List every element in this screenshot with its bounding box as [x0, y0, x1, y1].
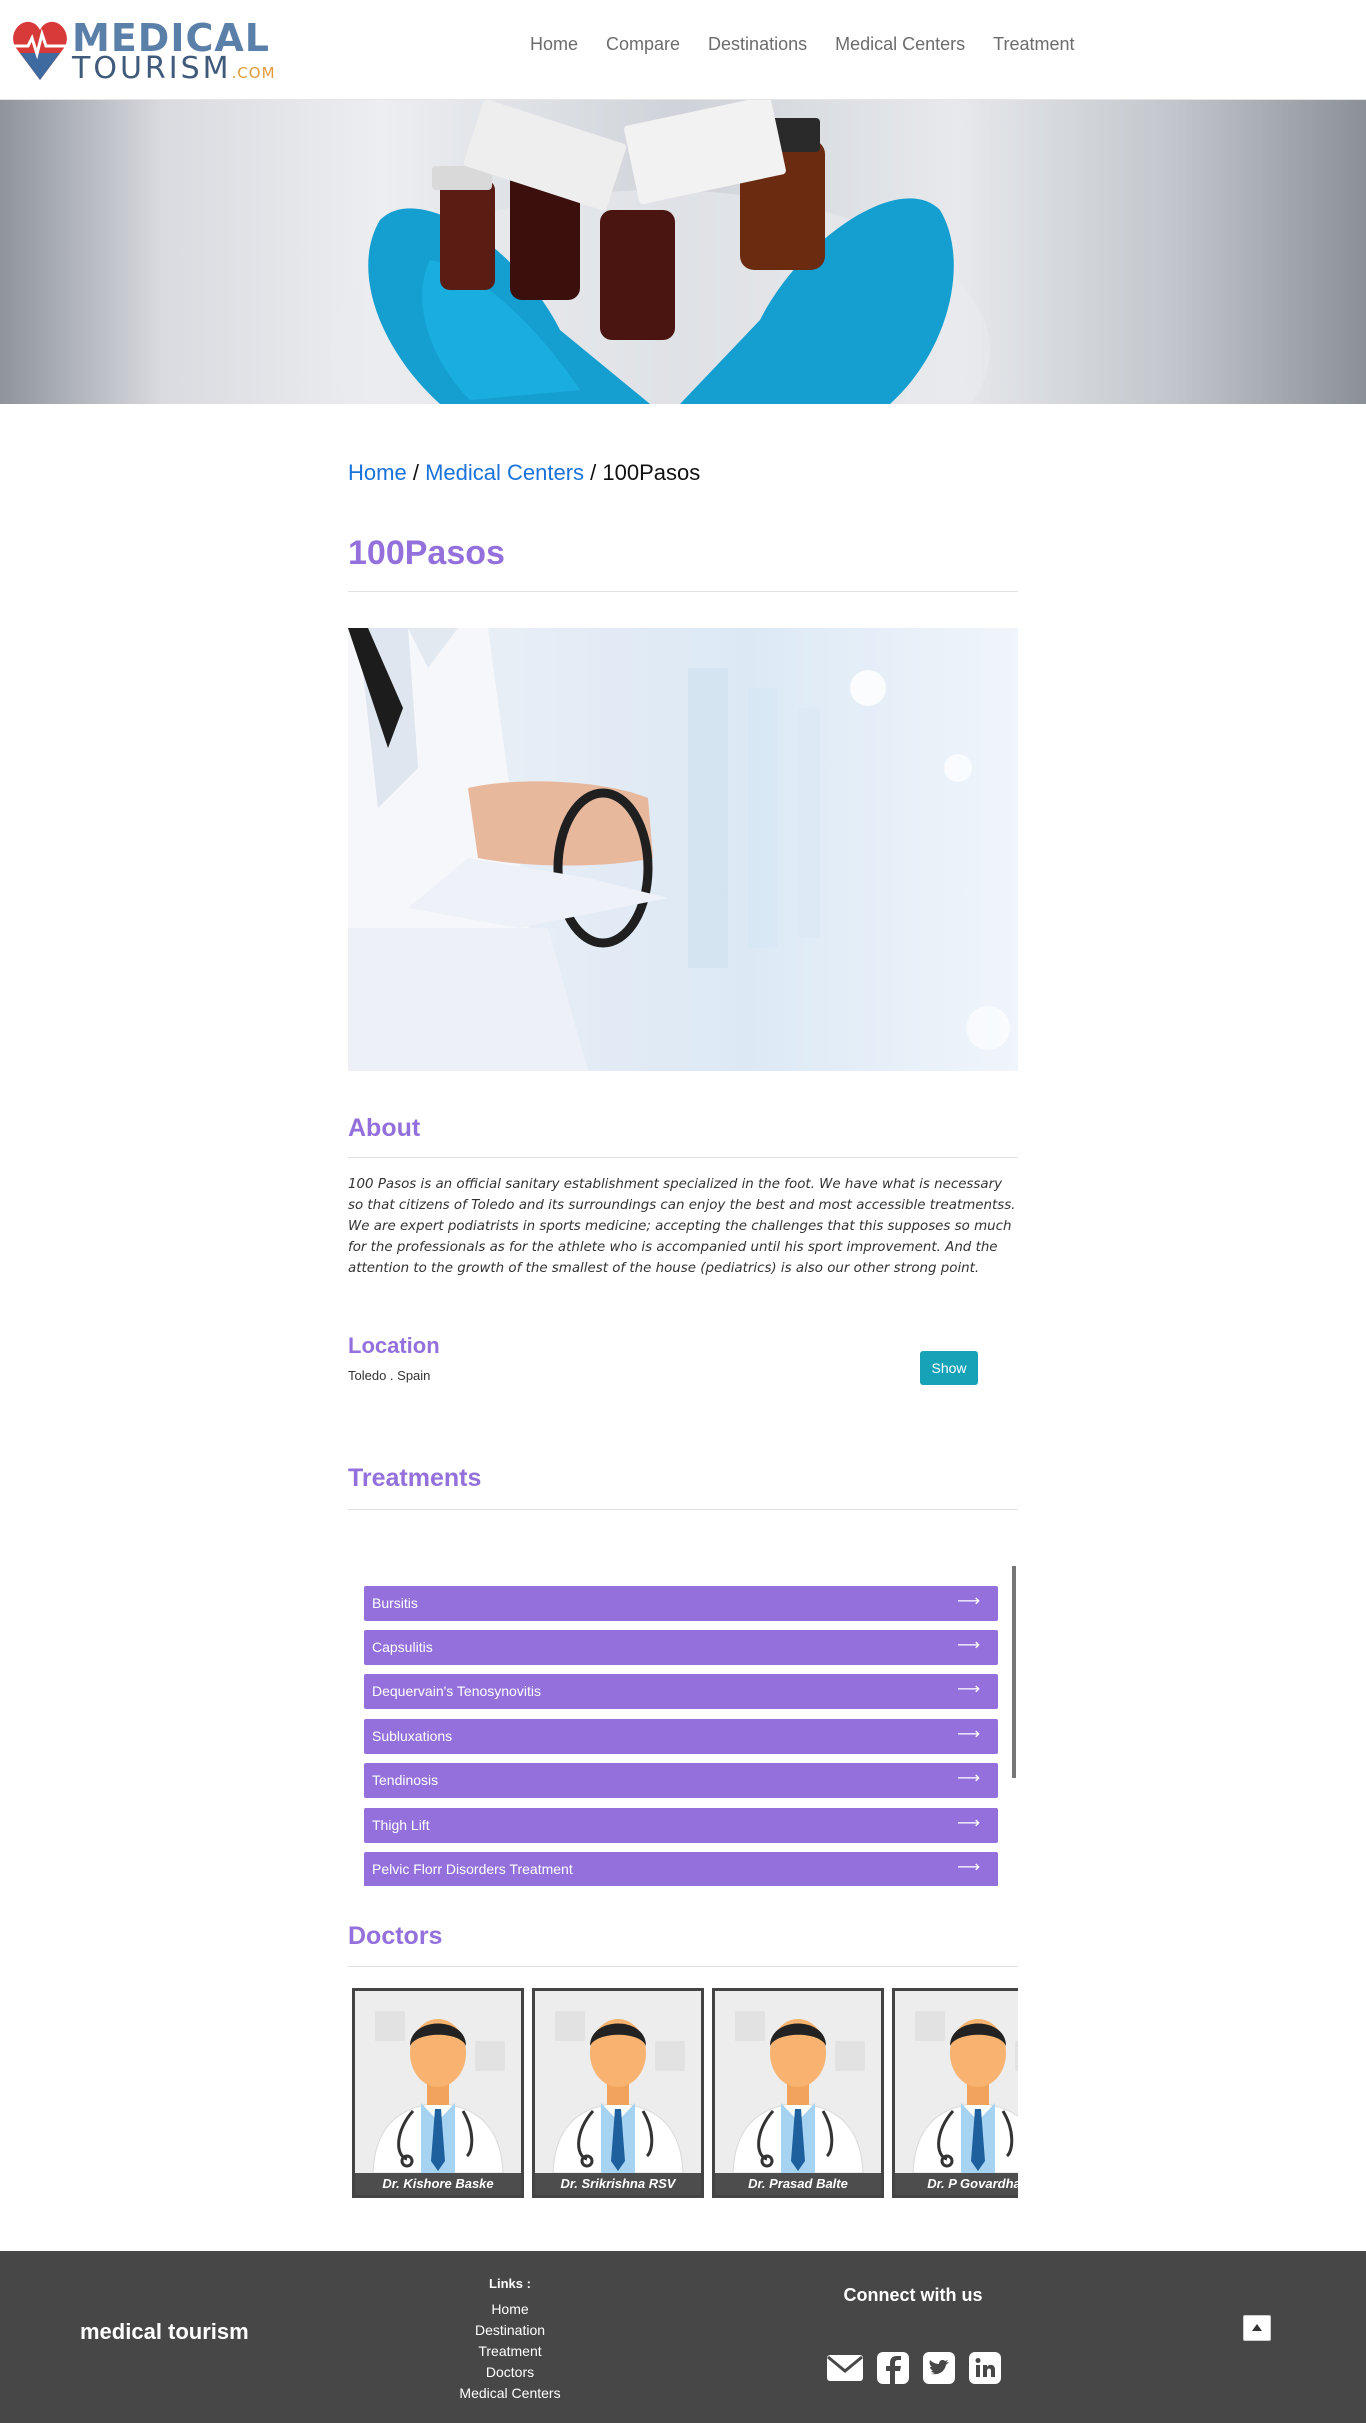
- medical-center-photo: [348, 628, 1018, 1071]
- treatment-item[interactable]: Bursitis ⟶: [364, 1586, 998, 1621]
- about-title: About: [348, 1114, 421, 1142]
- treatment-item[interactable]: Dequervain's Tenosynovitis ⟶: [364, 1674, 998, 1709]
- treatment-label: Thigh Lift: [372, 1817, 430, 1833]
- location-value: Toledo . Spain: [348, 1368, 431, 1383]
- connect-title: Connect with us: [843, 2285, 983, 2305]
- arrow-right-icon: ⟶: [957, 1593, 980, 1610]
- page-title: 100Pasos: [348, 534, 505, 572]
- site-footer: medical tourism Links : Home Destination…: [0, 2251, 1366, 2423]
- footer-link-medical-centers[interactable]: Medical Centers: [410, 2383, 610, 2404]
- divider: [348, 1157, 1018, 1158]
- doctors-carousel[interactable]: Dr. Kishore Baske Dr. Srikrishna RSV Dr.…: [348, 1988, 1018, 2202]
- doctor-name: Dr. Srikrishna RSV: [535, 2173, 701, 2195]
- treatment-label: Bursitis: [372, 1595, 418, 1611]
- footer-links: Links : Home Destination Treatment Docto…: [410, 2273, 610, 2404]
- divider: [348, 1966, 1018, 1967]
- doctor-avatar-icon: [895, 1991, 1018, 2174]
- logo-text-bottom: TOURISM: [72, 51, 232, 86]
- nav-treatment[interactable]: Treatment: [993, 34, 1074, 55]
- footer-links-title: Links :: [489, 2276, 531, 2291]
- arrow-right-icon: ⟶: [957, 1770, 980, 1787]
- treatment-label: Capsulitis: [372, 1639, 433, 1655]
- breadcrumb: Home / Medical Centers / 100Pasos: [348, 460, 700, 486]
- arrow-right-icon: ⟶: [957, 1726, 980, 1743]
- heart-logo-icon: [13, 21, 67, 81]
- doctor-card[interactable]: Dr. Kishore Baske: [352, 1988, 524, 2198]
- site-header: MEDICAL TOURISM.COM Home Compare Destina…: [0, 0, 1366, 100]
- nav-destinations[interactable]: Destinations: [708, 34, 807, 55]
- doctor-card[interactable]: Dr. Srikrishna RSV: [532, 1988, 704, 2198]
- treatment-label: Subluxations: [372, 1728, 453, 1744]
- doctor-name: Dr. Prasad Balte: [715, 2173, 881, 2195]
- doctor-avatar-icon: [715, 1991, 881, 2174]
- divider: [348, 1509, 1018, 1510]
- linkedin-icon[interactable]: [968, 2351, 1002, 2385]
- main-nav: Home Compare Destinations Medical Center…: [530, 34, 1075, 55]
- nav-home[interactable]: Home: [530, 34, 578, 55]
- doctors-title: Doctors: [348, 1922, 443, 1950]
- arrow-right-icon: ⟶: [957, 1637, 980, 1654]
- doctor-name: Dr. Kishore Baske: [355, 2173, 521, 2195]
- treatment-label: Pelvic Florr Disorders Treatment: [372, 1861, 573, 1877]
- about-text: 100 Pasos is an official sanitary establ…: [348, 1177, 1016, 1276]
- doctor-avatar-icon: [535, 1991, 701, 2174]
- location-title: Location: [348, 1333, 440, 1358]
- footer-link-treatment[interactable]: Treatment: [410, 2341, 610, 2362]
- arrow-right-icon: ⟶: [957, 1815, 980, 1832]
- breadcrumb-medical-centers[interactable]: Medical Centers: [425, 460, 584, 485]
- nav-compare[interactable]: Compare: [606, 34, 680, 55]
- show-location-button[interactable]: Show: [920, 1351, 978, 1385]
- treatment-item[interactable]: Pelvic Florr Disorders Treatment ⟶: [364, 1852, 998, 1886]
- scroll-to-top-button[interactable]: [1243, 2315, 1271, 2341]
- doctor-card[interactable]: Dr. Prasad Balte: [712, 1988, 884, 2198]
- arrow-right-icon: ⟶: [957, 1859, 980, 1876]
- nav-medical-centers[interactable]: Medical Centers: [835, 34, 965, 55]
- footer-brand: medical tourism: [80, 2319, 249, 2344]
- envelope-icon[interactable]: [826, 2351, 864, 2385]
- arrow-right-icon: ⟶: [957, 1681, 980, 1698]
- treatment-label: Tendinosis: [372, 1772, 439, 1788]
- caret-up-icon: [1252, 2324, 1262, 2331]
- breadcrumb-current: 100Pasos: [602, 460, 701, 485]
- logo-suffix: .COM: [231, 64, 276, 82]
- breadcrumb-home[interactable]: Home: [348, 460, 407, 485]
- treatment-item[interactable]: Subluxations ⟶: [364, 1719, 998, 1754]
- twitter-icon[interactable]: [922, 2351, 956, 2385]
- breadcrumb-separator: /: [412, 460, 419, 485]
- divider: [348, 591, 1018, 592]
- footer-link-destination[interactable]: Destination: [410, 2320, 610, 2341]
- hero-banner-image: [0, 100, 1366, 404]
- doctor-name: Dr. P Govardhan: [895, 2173, 1018, 2195]
- doctor-card[interactable]: Dr. P Govardhan: [892, 1988, 1018, 2198]
- treatments-list[interactable]: Bursitis ⟶ Capsulitis ⟶ Dequervain's Tenos…: [348, 1566, 1018, 1886]
- site-logo[interactable]: MEDICAL TOURISM.COM: [12, 18, 282, 84]
- treatment-item[interactable]: Tendinosis ⟶: [364, 1763, 998, 1798]
- doctor-avatar-icon: [355, 1991, 521, 2174]
- treatments-scrollbar[interactable]: [1012, 1566, 1016, 1778]
- treatments-title: Treatments: [348, 1464, 482, 1492]
- social-links: [826, 2351, 1002, 2385]
- treatment-item[interactable]: Capsulitis ⟶: [364, 1630, 998, 1665]
- footer-link-doctors[interactable]: Doctors: [410, 2362, 610, 2383]
- breadcrumb-separator: /: [590, 460, 597, 485]
- facebook-icon[interactable]: [876, 2351, 910, 2385]
- footer-link-home[interactable]: Home: [410, 2299, 610, 2320]
- treatment-label: Dequervain's Tenosynovitis: [372, 1683, 541, 1699]
- treatment-item[interactable]: Thigh Lift ⟶: [364, 1808, 998, 1843]
